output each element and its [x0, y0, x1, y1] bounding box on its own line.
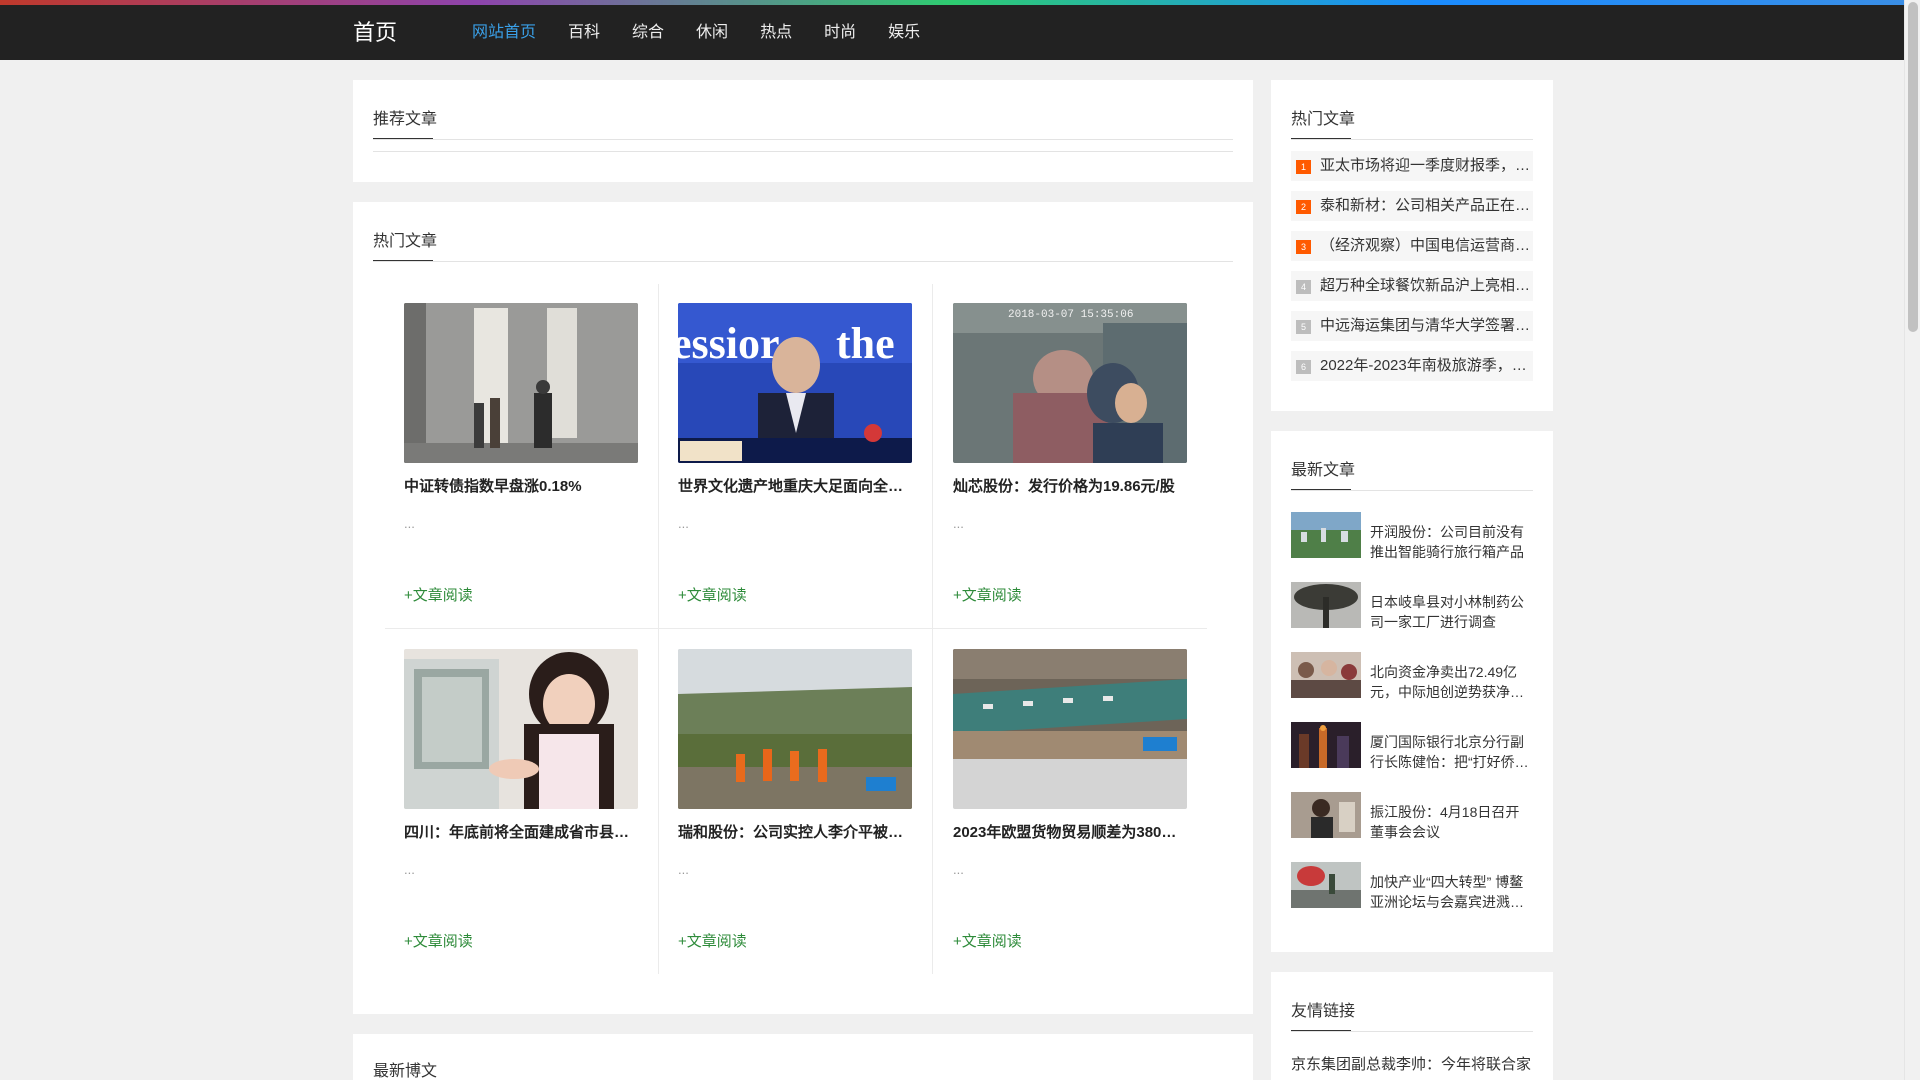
hot-rank-badge: 6	[1296, 360, 1311, 374]
girl-window-photo-icon	[404, 649, 638, 809]
article-desc-4: ...	[678, 862, 689, 877]
city-aerial-thumb-icon	[1291, 512, 1361, 558]
article-image-4[interactable]	[678, 649, 912, 809]
hot-list-text: 泰和新材：公司相关产品正在积极推进中	[1320, 197, 1533, 214]
menu-item-fashion[interactable]: 时尚	[824, 5, 856, 60]
read-more-link-5[interactable]: +文章阅读	[953, 932, 1022, 952]
article-image-0[interactable]	[404, 303, 638, 463]
hot-list-item-1[interactable]: 1 亚太市场将迎一季度财报季，关注科技公司	[1291, 151, 1533, 181]
main-menu: 网站首页 百科 综合 休闲 热点 时尚 娱乐	[472, 5, 952, 60]
hot-rank-badge: 2	[1296, 200, 1311, 214]
menu-item-home[interactable]: 网站首页	[472, 5, 536, 60]
person-thumb-icon	[1291, 792, 1361, 838]
sidebar-friends-title: 友情链接	[1291, 1003, 1356, 1020]
menu-item-entertainment[interactable]: 娱乐	[888, 5, 920, 60]
svg-text:essior: essior	[678, 319, 780, 368]
recommend-rule	[373, 139, 1233, 140]
article-title-5[interactable]: 2023年欧盟货物贸易顺差为380亿欧元	[953, 823, 1187, 843]
hot-list-text: 亚太市场将迎一季度财报季，关注科技公司	[1320, 157, 1533, 174]
read-more-link-4[interactable]: +文章阅读	[678, 932, 747, 952]
article-desc-5: ...	[953, 862, 964, 877]
latest-article-text-1[interactable]: 日本岐阜县对小林制药公司一家工厂进行调查	[1370, 592, 1532, 632]
hot-list-text: 中远海运集团与清华大学签署合作协议	[1320, 317, 1533, 334]
hot-list-text: 超万种全球餐饮新品沪上亮相展会	[1320, 277, 1533, 294]
building-sign-photo-icon	[404, 303, 638, 463]
hot-list-item-5[interactable]: 5 中远海运集团与清华大学签署合作协议	[1291, 311, 1533, 341]
latest-article-text-4[interactable]: 振江股份：4月18日召开董事会会议	[1370, 802, 1532, 842]
article-desc-2: ...	[953, 516, 964, 531]
article-title-2[interactable]: 灿芯股份：发行价格为19.86元/股	[953, 477, 1187, 497]
latest-posts-title: 最新博文	[373, 1063, 438, 1080]
latest-thumb-4[interactable]	[1291, 792, 1361, 838]
menu-item-general[interactable]: 综合	[632, 5, 664, 60]
sidebar-latest-rule	[1291, 490, 1533, 491]
grid-divider	[658, 284, 659, 974]
hot-articles-rule	[373, 261, 1233, 262]
article-title-0[interactable]: 中证转债指数早盘涨0.18%	[404, 477, 638, 497]
hot-articles-title: 热门文章	[373, 233, 438, 250]
grid-divider	[932, 284, 933, 974]
night-city-thumb-icon	[1291, 722, 1361, 768]
article-desc-3: ...	[404, 862, 415, 877]
latest-thumb-5[interactable]	[1291, 862, 1361, 908]
press-conference-photo-icon: essior the	[678, 303, 912, 463]
top-navigation: 首页 网站首页 百科 综合 休闲 热点 时尚 娱乐	[0, 5, 1904, 60]
article-image-3[interactable]	[404, 649, 638, 809]
menu-item-hotspot[interactable]: 热点	[760, 5, 792, 60]
article-desc-0: ...	[404, 516, 415, 531]
crowd-thumb-icon	[1291, 652, 1361, 698]
read-more-link-2[interactable]: +文章阅读	[953, 586, 1022, 606]
hill-monks-photo-icon	[678, 649, 912, 809]
latest-thumb-3[interactable]	[1291, 722, 1361, 768]
latest-article-text-0[interactable]: 开润股份：公司目前没有推出智能骑行旅行箱产品	[1370, 522, 1532, 562]
svg-text:2018-03-07 15:35:06: 2018-03-07 15:35:06	[1008, 309, 1133, 321]
sidebar-friends-rule	[1291, 1031, 1533, 1032]
water-town-photo-icon	[953, 649, 1187, 809]
latest-article-text-5[interactable]: 加快产业“四大转型” 博鳌亚洲论坛与会嘉宾进溅点评	[1370, 872, 1532, 912]
hot-list-item-6[interactable]: 6 2022年-2023年南极旅游季，中国游客	[1291, 351, 1533, 381]
latest-thumb-2[interactable]	[1291, 652, 1361, 698]
latest-thumb-0[interactable]	[1291, 512, 1361, 558]
article-title-4[interactable]: 瑞和股份：公司实控人李介平被留置	[678, 823, 912, 843]
hot-list-text: （经济观察）中国电信运营商加速布局	[1320, 237, 1533, 254]
hot-rank-badge: 4	[1296, 280, 1311, 294]
hot-list-item-3[interactable]: 3 （经济观察）中国电信运营商加速布局	[1291, 231, 1533, 261]
article-title-1[interactable]: 世界文化遗产地重庆大足面向全球征集	[678, 477, 912, 497]
read-more-link-0[interactable]: +文章阅读	[404, 586, 473, 606]
recommend-rule-2	[373, 151, 1233, 152]
grid-divider	[385, 628, 1207, 629]
sidebar-hot-rule	[1291, 139, 1533, 140]
hot-list-text: 2022年-2023年南极旅游季，中国游客	[1320, 357, 1533, 374]
sidebar-latest-title: 最新文章	[1291, 462, 1356, 479]
article-image-5[interactable]	[953, 649, 1187, 809]
hot-rank-badge: 1	[1296, 160, 1311, 174]
hot-rank-badge: 5	[1296, 320, 1311, 334]
article-image-2[interactable]: 2018-03-07 15:35:06	[953, 303, 1187, 463]
friend-link-0[interactable]: 京东集团副总裁李帅：今年将联合家	[1291, 1053, 1536, 1074]
street-thumb-icon	[1291, 862, 1361, 908]
bus-cctv-photo-icon: 2018-03-07 15:35:06	[953, 303, 1187, 463]
latest-article-text-3[interactable]: 厦门国际银行北京分行副行长陈健怡：把“打好侨牌”	[1370, 732, 1532, 772]
menu-item-wiki[interactable]: 百科	[568, 5, 600, 60]
hot-list-item-4[interactable]: 4 超万种全球餐饮新品沪上亮相展会	[1291, 271, 1533, 301]
scrollbar-thumb[interactable]	[1908, 2, 1918, 332]
svg-text:the: the	[836, 319, 895, 368]
latest-thumb-1[interactable]	[1291, 582, 1361, 628]
article-title-3[interactable]: 四川：年底前将全面建成省市县三级	[404, 823, 638, 843]
read-more-link-1[interactable]: +文章阅读	[678, 586, 747, 606]
tree-thumb-icon	[1291, 582, 1361, 628]
recommend-title: 推荐文章	[373, 111, 438, 128]
page-scrollbar[interactable]	[1904, 0, 1920, 1080]
latest-article-text-2[interactable]: 北向资金净卖出72.49亿元，中际旭创逆势获净买入	[1370, 662, 1532, 702]
read-more-link-3[interactable]: +文章阅读	[404, 932, 473, 952]
article-desc-1: ...	[678, 516, 689, 531]
hot-list-item-2[interactable]: 2 泰和新材：公司相关产品正在积极推进中	[1291, 191, 1533, 221]
brand-home-link[interactable]: 首页	[353, 21, 397, 45]
menu-item-leisure[interactable]: 休闲	[696, 5, 728, 60]
hot-rank-badge: 3	[1296, 240, 1311, 254]
recommend-card	[353, 80, 1253, 182]
sidebar-hot-title: 热门文章	[1291, 111, 1356, 128]
latest-posts-card	[353, 1034, 1253, 1080]
article-image-1[interactable]: essior the	[678, 303, 912, 463]
